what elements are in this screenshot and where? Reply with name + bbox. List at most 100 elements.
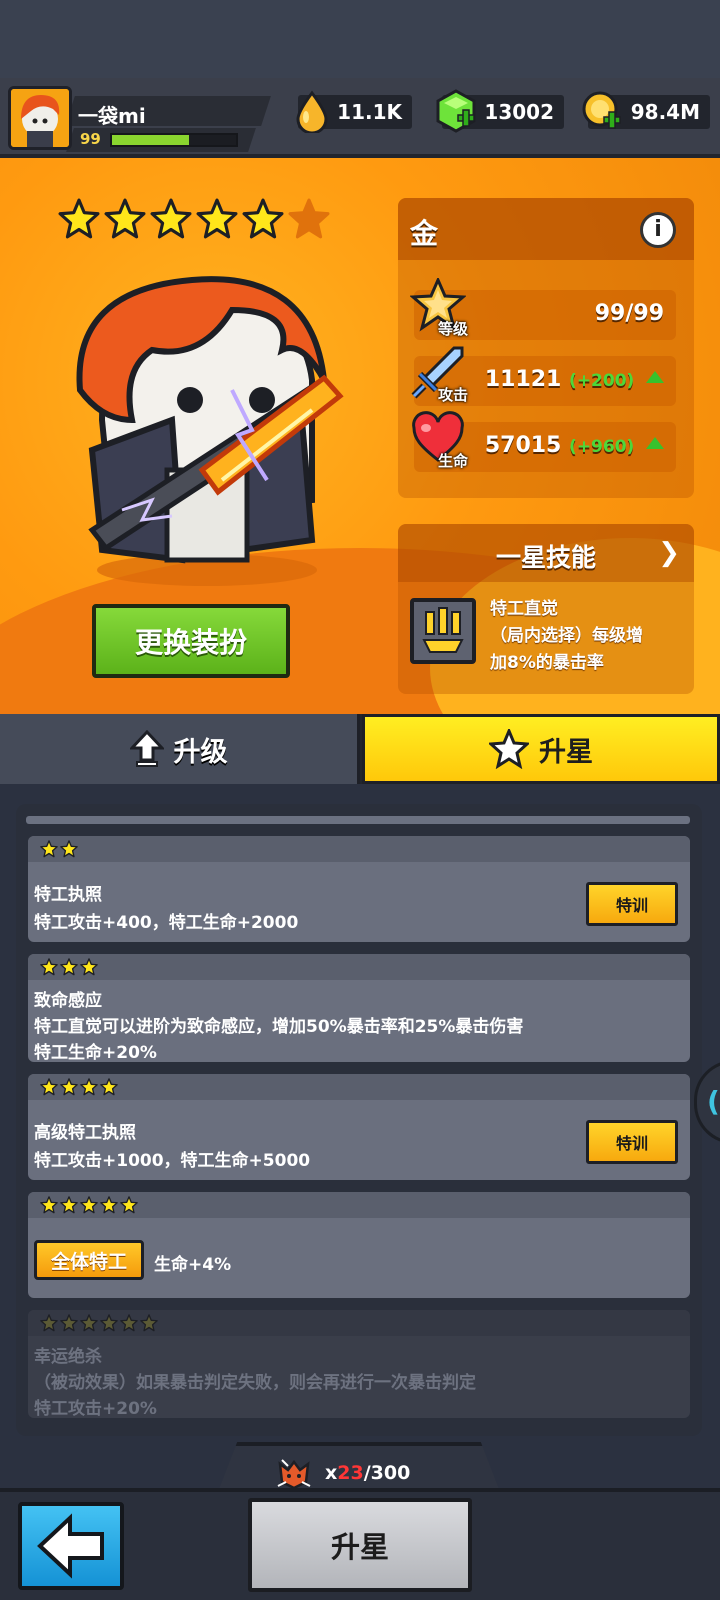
hero-star-rating [58, 198, 330, 244]
tab-upgrade-label: 升级 [173, 736, 228, 768]
level-label: 等级 [438, 320, 469, 338]
info-icon[interactable]: i [640, 212, 676, 248]
all-agents-tag: 全体特工 [34, 1240, 145, 1280]
mini-star-icon [60, 1196, 78, 1218]
hp-value-group: 57015 (+960) [485, 433, 664, 458]
gold-amount: 98.4M [630, 100, 700, 124]
oil-drop-icon [296, 90, 328, 133]
status-area [0, 0, 720, 82]
mini-star-icon [100, 1314, 118, 1336]
star-up-button[interactable]: 升星 [248, 1498, 472, 1592]
reward-stars [40, 1196, 138, 1218]
hp-up-arrow-icon [646, 437, 664, 449]
attack-value: 11121 [484, 367, 562, 392]
mini-star-icon [80, 1078, 98, 1100]
hero-panel: 更换装扮 金 i 等级 99/99 攻击 11121 (+200) 生命 570… [0, 158, 720, 714]
reward-stars [40, 840, 78, 862]
skill-desc-line1: （局内选择）每级增 [490, 626, 643, 646]
mini-star-icon [60, 840, 78, 862]
hp-label: 生命 [438, 452, 469, 470]
reward-desc-2: 特工攻击+20% [34, 1399, 157, 1418]
cost-prefix: x [325, 1462, 338, 1484]
tab-star-up[interactable]: 升星 [362, 714, 720, 784]
train-button[interactable]: 特训 [586, 1120, 678, 1164]
star-empty-icon [288, 198, 330, 244]
mini-star-icon [80, 958, 98, 980]
mini-star-icon [40, 1314, 58, 1336]
mini-star-icon [40, 1078, 58, 1100]
reward-title: 致命感应 [34, 991, 102, 1011]
star-filled-icon [104, 198, 146, 244]
skill-name: 特工直觉 [490, 599, 558, 619]
reward-title: 高级特工执照 [34, 1123, 136, 1143]
reward-stars [40, 958, 98, 980]
skill-description: 特工直觉 （局内选择）每级增 加8%的暴击率 [490, 596, 686, 677]
attack-label: 攻击 [438, 386, 469, 404]
attack-up-arrow-icon [646, 371, 664, 383]
tab-bar: 升级 升星 [0, 714, 720, 784]
star-filled-icon [58, 198, 100, 244]
hp-value: 57015 [484, 433, 562, 458]
star-filled-icon [196, 198, 238, 244]
mini-star-icon [60, 958, 78, 980]
list-scroll-edge [26, 816, 690, 824]
hero-stats-panel: 金 i 等级 99/99 攻击 11121 (+200) 生命 57015 (+… [398, 198, 694, 498]
hero-character-image [76, 276, 344, 586]
mini-star-icon [60, 1078, 78, 1100]
mini-star-icon [120, 1314, 138, 1336]
avatar[interactable] [8, 86, 72, 150]
mini-star-icon [60, 1314, 78, 1336]
hero-rarity-title: 金 [410, 217, 439, 250]
reward-stars [40, 1078, 118, 1100]
avatar-portrait-icon [11, 89, 69, 147]
reward-card-4star: 高级特工执照 特工攻击+1000，特工生命+5000 特训 [28, 1074, 690, 1180]
back-button[interactable] [18, 1502, 124, 1590]
gem-resource[interactable]: 13002 [436, 89, 564, 133]
reward-desc: 生命+4% [154, 1255, 232, 1275]
change-outfit-button[interactable]: 更换装扮 [92, 604, 290, 678]
stat-hp-row: 生命 57015 (+960) [412, 411, 676, 472]
reward-desc: 特工直觉可以进阶为致命感应，增加50%暴击率和25%暴击伤害 [34, 1017, 524, 1037]
player-level: 99 [80, 130, 101, 148]
mini-star-icon [40, 840, 58, 862]
top-bar: 一袋mi 99 11.1K 13002 98.4M [0, 78, 720, 158]
reward-desc: 特工攻击+1000，特工生命+5000 [34, 1151, 311, 1171]
star-filled-icon [242, 198, 284, 244]
reward-stars [40, 1314, 158, 1336]
reward-title: 幸运绝杀 [34, 1347, 102, 1367]
stat-attack-row: 攻击 11121 (+200) [411, 346, 676, 406]
tab-star-up-label: 升星 [539, 736, 593, 768]
cost-have: 23 [337, 1462, 364, 1484]
gem-plus-icon [436, 89, 476, 133]
player-name: 一袋mi [78, 104, 146, 128]
mini-star-icon [40, 1196, 58, 1218]
gem-amount: 13002 [484, 100, 554, 124]
mini-star-icon [140, 1314, 158, 1336]
star-skill-panel[interactable]: 一星技能 ❯ 特工直觉 （局内选择）每级增 加8%的暴击率 [398, 524, 694, 694]
oil-resource[interactable]: 11.1K [296, 90, 412, 133]
mini-star-icon [120, 1196, 138, 1218]
star-up-cost: x23/300 [325, 1462, 410, 1484]
star-outline-icon [489, 729, 529, 769]
reward-desc-2: 特工生命+20% [34, 1043, 157, 1062]
xp-bar [110, 133, 238, 147]
skill-header-title: 一星技能 [495, 543, 596, 572]
level-value: 99/99 [594, 301, 664, 326]
reward-desc: 特工攻击+400，特工生命+2000 [34, 913, 299, 933]
mini-star-icon [40, 958, 58, 980]
tab-upgrade[interactable]: 升级 [0, 714, 360, 784]
gold-resource[interactable]: 98.4M [582, 91, 710, 129]
oil-amount: 11.1K [337, 100, 402, 124]
chevron-right-icon[interactable]: ❯ [658, 538, 680, 568]
fox-shard-icon [277, 1459, 311, 1490]
attack-value-group: 11121 (+200) [485, 367, 664, 392]
train-button[interactable]: 特训 [586, 882, 678, 926]
xp-bar-fill [112, 135, 189, 145]
skill-intuition-icon [410, 598, 476, 664]
mini-star-icon [80, 1196, 98, 1218]
gold-coin-plus-icon [582, 91, 621, 129]
reward-card-2star: 特工执照 特工攻击+400，特工生命+2000 特训 [28, 836, 690, 942]
reward-card-6star-locked: 幸运绝杀 （被动效果）如果暴击判定失败，则会再进行一次暴击判定 特工攻击+20% [28, 1310, 690, 1418]
mini-star-icon [100, 1196, 118, 1218]
reward-card-3star: 致命感应 特工直觉可以进阶为致命感应，增加50%暴击率和25%暴击伤害 特工生命… [28, 954, 690, 1062]
